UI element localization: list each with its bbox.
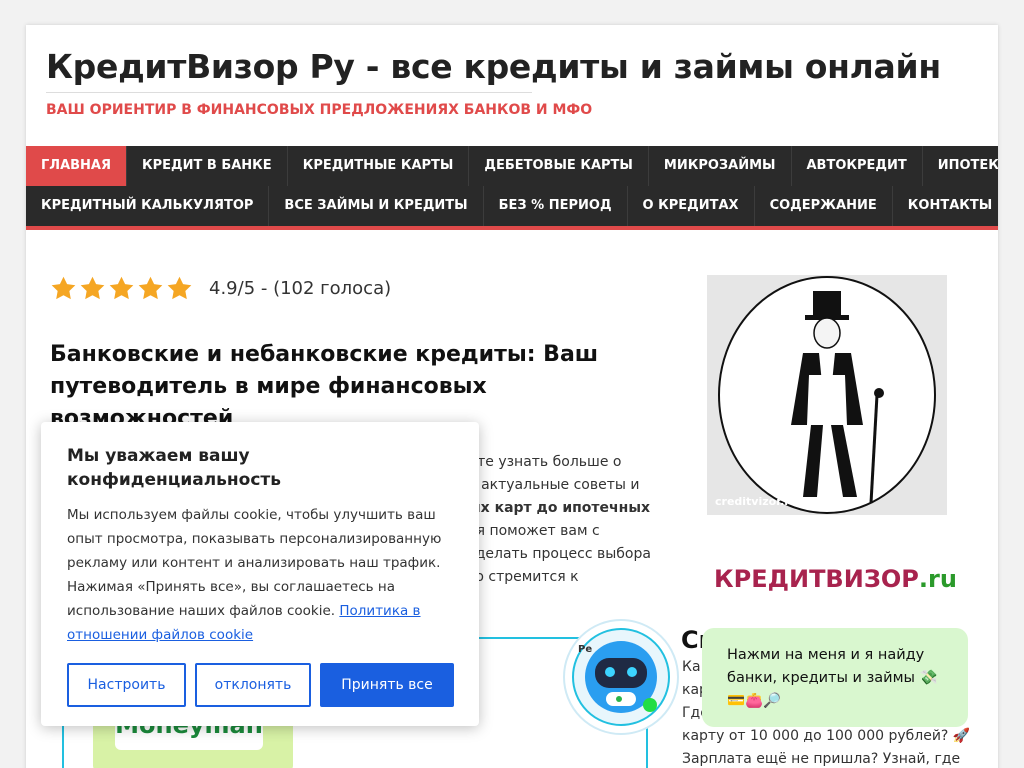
- nav-row-2: КРЕДИТНЫЙ КАЛЬКУЛЯТОР ВСЕ ЗАЙМЫ И КРЕДИТ…: [26, 186, 998, 226]
- chat-bot-launcher[interactable]: Ре: [562, 618, 680, 736]
- nav-item-contacts[interactable]: КОНТАКТЫ: [893, 186, 998, 226]
- tagline-divider: [46, 92, 532, 93]
- gentleman-illustration-icon: [707, 275, 947, 515]
- star-icon[interactable]: [166, 275, 193, 302]
- article-title: Банковские и небанковские кредиты: Ваш п…: [50, 342, 599, 431]
- star-icon[interactable]: [79, 275, 106, 302]
- rating-widget: 4.9/5 - (102 голоса): [50, 275, 391, 302]
- cookie-customize-button[interactable]: Настроить: [67, 663, 186, 707]
- sidebar-brand[interactable]: КРЕДИТВИЗОР.ru: [714, 565, 957, 593]
- star-icon[interactable]: [108, 275, 135, 302]
- nav-row-1: ГЛАВНАЯ КРЕДИТ В БАНКЕ КРЕДИТНЫЕ КАРТЫ Д…: [26, 146, 998, 186]
- site-tagline: ВАШ ОРИЕНТИР В ФИНАНСОВЫХ ПРЕДЛОЖЕНИЯХ Б…: [46, 102, 593, 118]
- brand-tld: .ru: [918, 565, 957, 593]
- image-watermark: creditvizor.ru: [715, 495, 798, 508]
- chat-prompt-bubble[interactable]: Нажми на меня и я найду банки, кредиты и…: [702, 628, 968, 727]
- cookie-buttons: Настроить отклонять Принять все: [67, 663, 454, 707]
- star-icon[interactable]: [50, 275, 77, 302]
- nav-item-home[interactable]: ГЛАВНАЯ: [26, 146, 128, 186]
- cookie-title: Мы уважаем вашу конфиденциальность: [67, 446, 282, 490]
- nav-item-calculator[interactable]: КРЕДИТНЫЙ КАЛЬКУЛЯТОР: [26, 186, 270, 226]
- nav-item-microloans[interactable]: МИКРОЗАЙМЫ: [649, 146, 792, 186]
- brand-main: КРЕДИТВИЗОР: [714, 565, 919, 593]
- nav-item-debit-cards[interactable]: ДЕБЕТОВЫЕ КАРТЫ: [469, 146, 649, 186]
- nav-item-bank-credit[interactable]: КРЕДИТ В БАНКЕ: [127, 146, 288, 186]
- cookie-reject-button[interactable]: отклонять: [195, 663, 311, 707]
- sidebar-line: Зарплата ещё не пришла? Узнай, где: [682, 751, 961, 767]
- cookie-body: Мы используем файлы cookie, чтобы улучши…: [67, 503, 467, 647]
- site-title[interactable]: КредитВизор Ру - все кредиты и займы онл…: [46, 47, 941, 86]
- main-nav: ГЛАВНАЯ КРЕДИТ В БАНКЕ КРЕДИТНЫЕ КАРТЫ Д…: [26, 146, 998, 226]
- nav-item-interest-free[interactable]: БЕЗ % ПЕРИОД: [484, 186, 628, 226]
- cookie-consent-dialog: Мы уважаем вашу конфиденциальность Мы ис…: [41, 422, 479, 726]
- rating-text: 4.9/5 - (102 голоса): [209, 278, 392, 299]
- sidebar-line: карту от 10 000 до 100 000 рублей? 🚀: [682, 728, 971, 744]
- nav-item-auto-credit[interactable]: АВТОКРЕДИТ: [792, 146, 923, 186]
- star-icon[interactable]: [137, 275, 164, 302]
- sidebar-image[interactable]: creditvizor.ru: [707, 275, 947, 515]
- nav-item-mortgage[interactable]: ИПОТЕКА: [923, 146, 998, 186]
- bot-label: Ре: [578, 644, 593, 655]
- nav-bottom-border: [26, 226, 998, 230]
- nav-item-credit-cards[interactable]: КРЕДИТНЫЕ КАРТЫ: [288, 146, 470, 186]
- rating-stars[interactable]: [50, 275, 193, 302]
- nav-item-about-credits[interactable]: О КРЕДИТАХ: [628, 186, 755, 226]
- nav-item-contents[interactable]: СОДЕРЖАНИЕ: [755, 186, 893, 226]
- nav-item-all-loans[interactable]: ВСЕ ЗАЙМЫ И КРЕДИТЫ: [269, 186, 484, 226]
- cookie-accept-button[interactable]: Принять все: [320, 663, 454, 707]
- robot-assistant-icon[interactable]: [562, 618, 680, 736]
